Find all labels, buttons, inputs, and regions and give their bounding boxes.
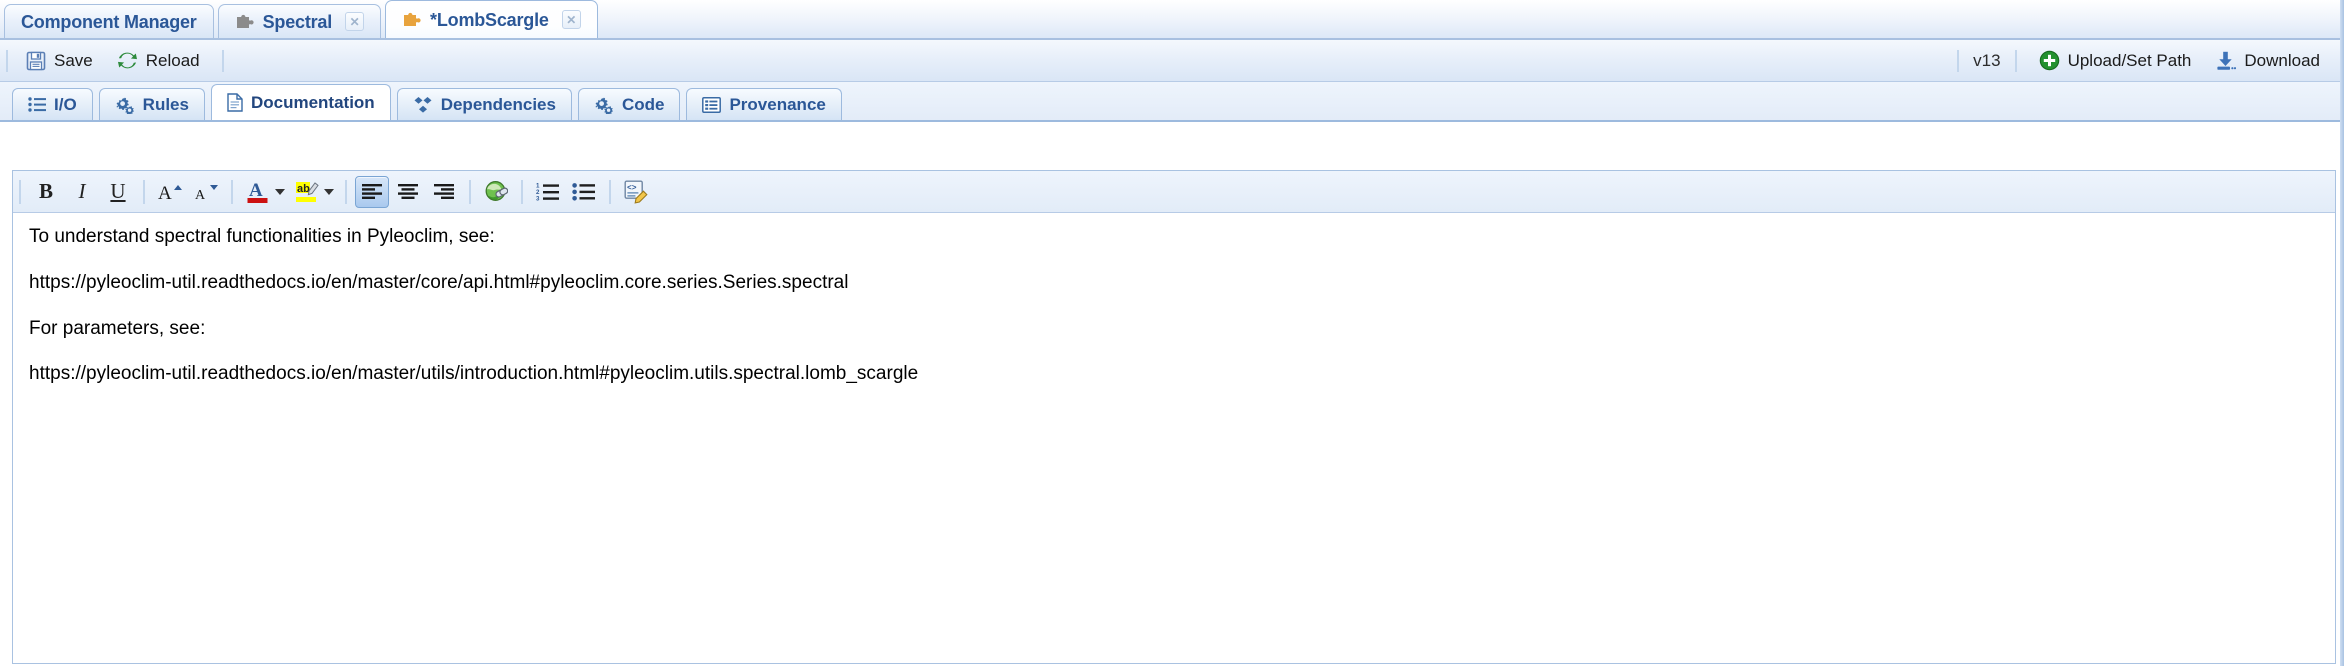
upload-set-path-button[interactable]: Upload/Set Path (2027, 46, 2204, 76)
document-icon (227, 93, 243, 112)
tab-rules[interactable]: Rules (98, 88, 205, 120)
tab-code[interactable]: Code (577, 88, 681, 120)
bullet-list-icon (572, 182, 596, 201)
bold-label: B (38, 179, 53, 203)
toolbar-divider (231, 179, 233, 204)
toolbar-divider (469, 179, 471, 204)
window-tab-strip: Component Manager Spectral ✕ *LombScargl… (0, 0, 2344, 40)
tab-label: Provenance (729, 94, 826, 114)
application-window: Component Manager Spectral ✕ *LombScargl… (0, 0, 2344, 666)
font-shrink-icon: A (193, 181, 219, 203)
font-color-button[interactable]: A (241, 176, 275, 208)
italic-label: I (78, 179, 86, 203)
window-tab-spectral[interactable]: Spectral ✕ (217, 4, 382, 38)
toolbar-divider (521, 179, 523, 204)
save-button[interactable]: Save (14, 46, 105, 76)
download-button-label: Download (2244, 50, 2320, 70)
doc-paragraph: For parameters, see: (29, 317, 206, 339)
italic-button[interactable]: I (65, 176, 99, 208)
highlight-color-button[interactable]: ab (290, 176, 324, 208)
svg-text:A: A (195, 188, 206, 203)
download-icon (2215, 50, 2237, 71)
svg-text:<>: <> (627, 184, 637, 193)
window-tab-label: Component Manager (21, 11, 197, 32)
close-icon[interactable]: ✕ (345, 12, 365, 31)
tab-label: Documentation (250, 92, 375, 112)
download-button[interactable]: Download (2203, 46, 2332, 76)
tab-io[interactable]: I/O (12, 88, 93, 120)
table-list-icon (702, 96, 722, 113)
diamonds-icon (413, 96, 433, 114)
save-button-label: Save (54, 50, 93, 70)
doc-paragraph-url: https://pyleoclim-util.readthedocs.io/en… (29, 271, 849, 293)
component-tab-bar: I/O Rules Documentation Dependencies Cod… (0, 82, 2344, 122)
window-tab-component-manager[interactable]: Component Manager (4, 4, 214, 38)
bullet-list-button[interactable] (567, 176, 601, 208)
action-toolbar: Save Reload v13 Upload/Set Path Download (0, 40, 2344, 82)
decrease-font-button[interactable]: A (189, 176, 223, 208)
highlight-color-dropdown-arrow[interactable] (324, 188, 334, 195)
documentation-editor: B I U A A A ab 1 2 3 <> To understand sp… (12, 170, 2336, 664)
numbered-list-button[interactable]: 1 2 3 (531, 176, 565, 208)
puzzle-piece-icon (235, 13, 254, 31)
underline-button[interactable]: U (101, 176, 135, 208)
align-right-icon (433, 183, 455, 201)
globe-link-icon (484, 180, 508, 204)
tab-label: Dependencies (440, 94, 556, 114)
list-icon (28, 97, 46, 112)
insert-link-button[interactable] (479, 176, 513, 208)
toolbar-divider (2014, 49, 2017, 72)
align-left-button[interactable] (355, 175, 389, 208)
align-center-icon (397, 183, 419, 201)
tab-label: Code (621, 94, 665, 114)
toolbar-divider (221, 49, 224, 72)
window-tab-lombscargle[interactable]: *LombScargle ✕ (385, 0, 598, 38)
tab-label: Rules (142, 94, 189, 114)
window-right-border (2340, 0, 2344, 666)
align-left-icon (361, 183, 383, 201)
font-grow-icon: A (157, 181, 183, 203)
close-icon[interactable]: ✕ (561, 10, 581, 29)
underline-label: U (110, 179, 126, 203)
html-source-edit-icon: <> (624, 180, 649, 204)
tab-dependencies[interactable]: Dependencies (396, 88, 572, 120)
increase-font-button[interactable]: A (153, 176, 187, 208)
svg-text:A: A (158, 183, 172, 203)
upload-set-path-label: Upload/Set Path (2067, 50, 2192, 70)
floppy-disk-icon (26, 51, 46, 71)
window-tab-label: *LombScargle (430, 9, 549, 30)
reload-button[interactable]: Reload (105, 46, 212, 76)
svg-text:3: 3 (536, 195, 540, 201)
font-color-icon: A (246, 179, 270, 205)
toolbar-divider (345, 179, 347, 204)
highlight-icon: ab (294, 179, 320, 205)
toolbar-divider (609, 179, 611, 204)
toolbar-divider (6, 49, 8, 72)
gears-icon (594, 96, 614, 114)
refresh-icon (117, 50, 138, 71)
toolbar-divider (1957, 49, 1960, 72)
tab-documentation[interactable]: Documentation (210, 84, 391, 120)
tab-label: I/O (54, 94, 77, 114)
gears-icon (115, 96, 135, 114)
font-color-dropdown-arrow[interactable] (275, 188, 285, 195)
bold-button[interactable]: B (29, 176, 63, 208)
svg-text:A: A (249, 180, 263, 201)
edit-source-button[interactable]: <> (619, 176, 653, 208)
doc-paragraph: To understand spectral functionalities i… (29, 226, 495, 247)
window-tab-label: Spectral (262, 11, 333, 32)
align-center-button[interactable] (391, 176, 425, 208)
reload-button-label: Reload (145, 50, 200, 70)
numbered-list-icon: 1 2 3 (536, 182, 560, 201)
plus-circle-icon (2039, 50, 2060, 71)
align-right-button[interactable] (427, 176, 461, 208)
toolbar-divider (143, 179, 145, 204)
documentation-text-area[interactable]: To understand spectral functionalities i… (13, 213, 2335, 663)
version-label: v13 (1973, 50, 2001, 70)
tab-provenance[interactable]: Provenance (686, 88, 842, 120)
toolbar-divider (19, 179, 21, 204)
rich-text-toolbar: B I U A A A ab 1 2 3 <> (13, 171, 2335, 213)
puzzle-piece-icon (402, 11, 421, 29)
doc-paragraph-url: https://pyleoclim-util.readthedocs.io/en… (29, 363, 919, 385)
